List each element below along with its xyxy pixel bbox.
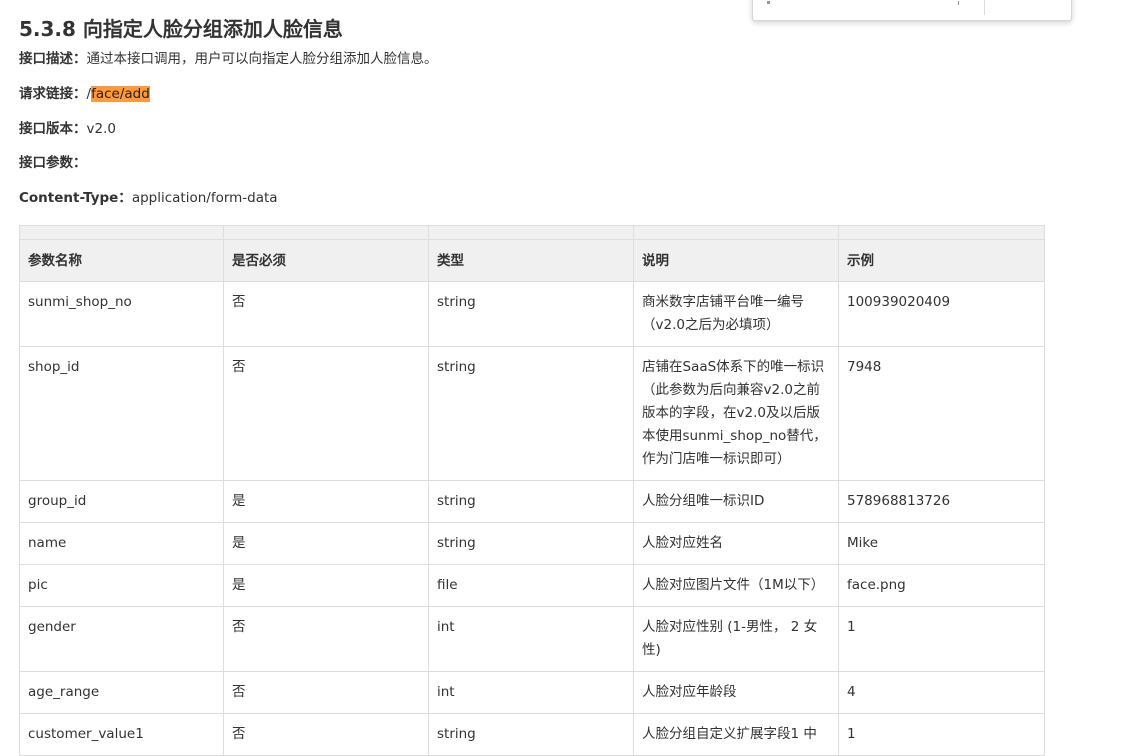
ct-value: application/form-data [131, 190, 278, 206]
content-type: Content-Type：application/form-data [19, 188, 1044, 208]
desc-label: 接口描述： [19, 51, 87, 67]
url-path[interactable]: face/add [91, 86, 150, 102]
version-label: 接口版本： [19, 121, 87, 137]
param-type: string [428, 480, 634, 523]
popup-mark [958, 1, 959, 5]
column-header: 是否必须 [223, 239, 429, 282]
column-header: 示例 [838, 239, 1045, 282]
param-example: Mike [838, 522, 1045, 565]
table-row: pic 是 file 人脸对应图片文件（1M以下） face.png [19, 564, 1045, 607]
param-type: string [428, 346, 634, 481]
table-row: gender 否 int 人脸对应性别 (1-男性， 2 女性) 1 [19, 606, 1045, 672]
param-type: string [428, 281, 634, 347]
desc-value: 通过本接口调用，用户可以向指定人脸分组添加人脸信息。 [86, 51, 438, 67]
api-params: 接口参数： [19, 153, 1044, 173]
param-name: shop_id [19, 346, 224, 481]
param-name: pic [19, 564, 224, 607]
param-description: 店铺在SaaS体系下的唯一标识（此参数为后向兼容v2.0之前版本的字段，在v2.… [633, 346, 839, 481]
param-description: 商米数字店铺平台唯一编号（v2.0之后为必填项） [633, 281, 839, 347]
doc-content: 5.3.8 向指定人脸分组添加人脸信息 接口描述：通过本接口调用，用户可以向指定… [19, 14, 1045, 756]
param-description: 人脸对应性别 (1-男性， 2 女性) [633, 606, 839, 672]
ct-label: Content-Type： [19, 190, 132, 206]
param-required: 否 [223, 713, 429, 756]
param-description: 人脸对应姓名 [633, 522, 839, 565]
column-header: 说明 [633, 239, 839, 282]
popup-divider [984, 0, 985, 15]
param-type: string [428, 713, 634, 756]
popup-mark [767, 1, 770, 4]
param-example: 578968813726 [838, 480, 1045, 523]
table-row: age_range 否 int 人脸对应年龄段 4 [19, 671, 1045, 714]
param-example: 100939020409 [838, 281, 1045, 347]
table-row: customer_value1 否 string 人脸分组自定义扩展字段1 中 … [19, 713, 1045, 756]
column-header: 类型 [428, 239, 634, 282]
param-type: int [428, 606, 634, 672]
url-label: 请求链接： [19, 86, 87, 102]
column-header: 参数名称 [19, 239, 224, 282]
param-required: 是 [223, 480, 429, 523]
version-value: v2.0 [86, 121, 116, 137]
param-description: 人脸对应图片文件（1M以下） [633, 564, 839, 607]
param-example: 7948 [838, 346, 1045, 481]
request-url: 请求链接：/face/add [19, 84, 1044, 104]
table-row: shop_id 否 string 店铺在SaaS体系下的唯一标识（此参数为后向兼… [19, 346, 1045, 481]
param-name: name [19, 522, 224, 565]
table-row: name 是 string 人脸对应姓名 Mike [19, 522, 1045, 565]
param-required: 否 [223, 346, 429, 481]
section-title: 5.3.8 向指定人脸分组添加人脸信息 [19, 17, 343, 41]
param-example: 4 [838, 671, 1045, 714]
api-description: 接口描述：通过本接口调用，用户可以向指定人脸分组添加人脸信息。 [19, 49, 1044, 69]
param-required: 否 [223, 606, 429, 672]
param-description: 人脸分组自定义扩展字段1 中 [633, 713, 839, 756]
api-version: 接口版本：v2.0 [19, 119, 1044, 139]
param-name: gender [19, 606, 224, 672]
param-type: int [428, 671, 634, 714]
param-required: 否 [223, 281, 429, 347]
param-name: group_id [19, 480, 224, 523]
param-example: face.png [838, 564, 1045, 607]
param-example: 1 [838, 606, 1045, 672]
param-description: 人脸分组唯一标识ID [633, 480, 839, 523]
params-table: 参数名称 是否必须 类型 说明 示例 sunmi_shop_no 否 strin… [19, 225, 1045, 756]
param-required: 是 [223, 522, 429, 565]
params-label: 接口参数： [19, 155, 87, 171]
param-example: 1 [838, 713, 1045, 756]
param-name: customer_value1 [19, 713, 224, 756]
param-type: file [428, 564, 634, 607]
param-required: 否 [223, 671, 429, 714]
param-name: age_range [19, 671, 224, 714]
param-name: sunmi_shop_no [19, 281, 224, 347]
table-top-band [19, 225, 1045, 240]
param-type: string [428, 522, 634, 565]
param-required: 是 [223, 564, 429, 607]
table-row: sunmi_shop_no 否 string 商米数字店铺平台唯一编号（v2.0… [19, 281, 1045, 347]
table-header-row: 参数名称 是否必须 类型 说明 示例 [19, 239, 1045, 282]
table-row: group_id 是 string 人脸分组唯一标识ID 57896881372… [19, 480, 1045, 523]
param-description: 人脸对应年龄段 [633, 671, 839, 714]
